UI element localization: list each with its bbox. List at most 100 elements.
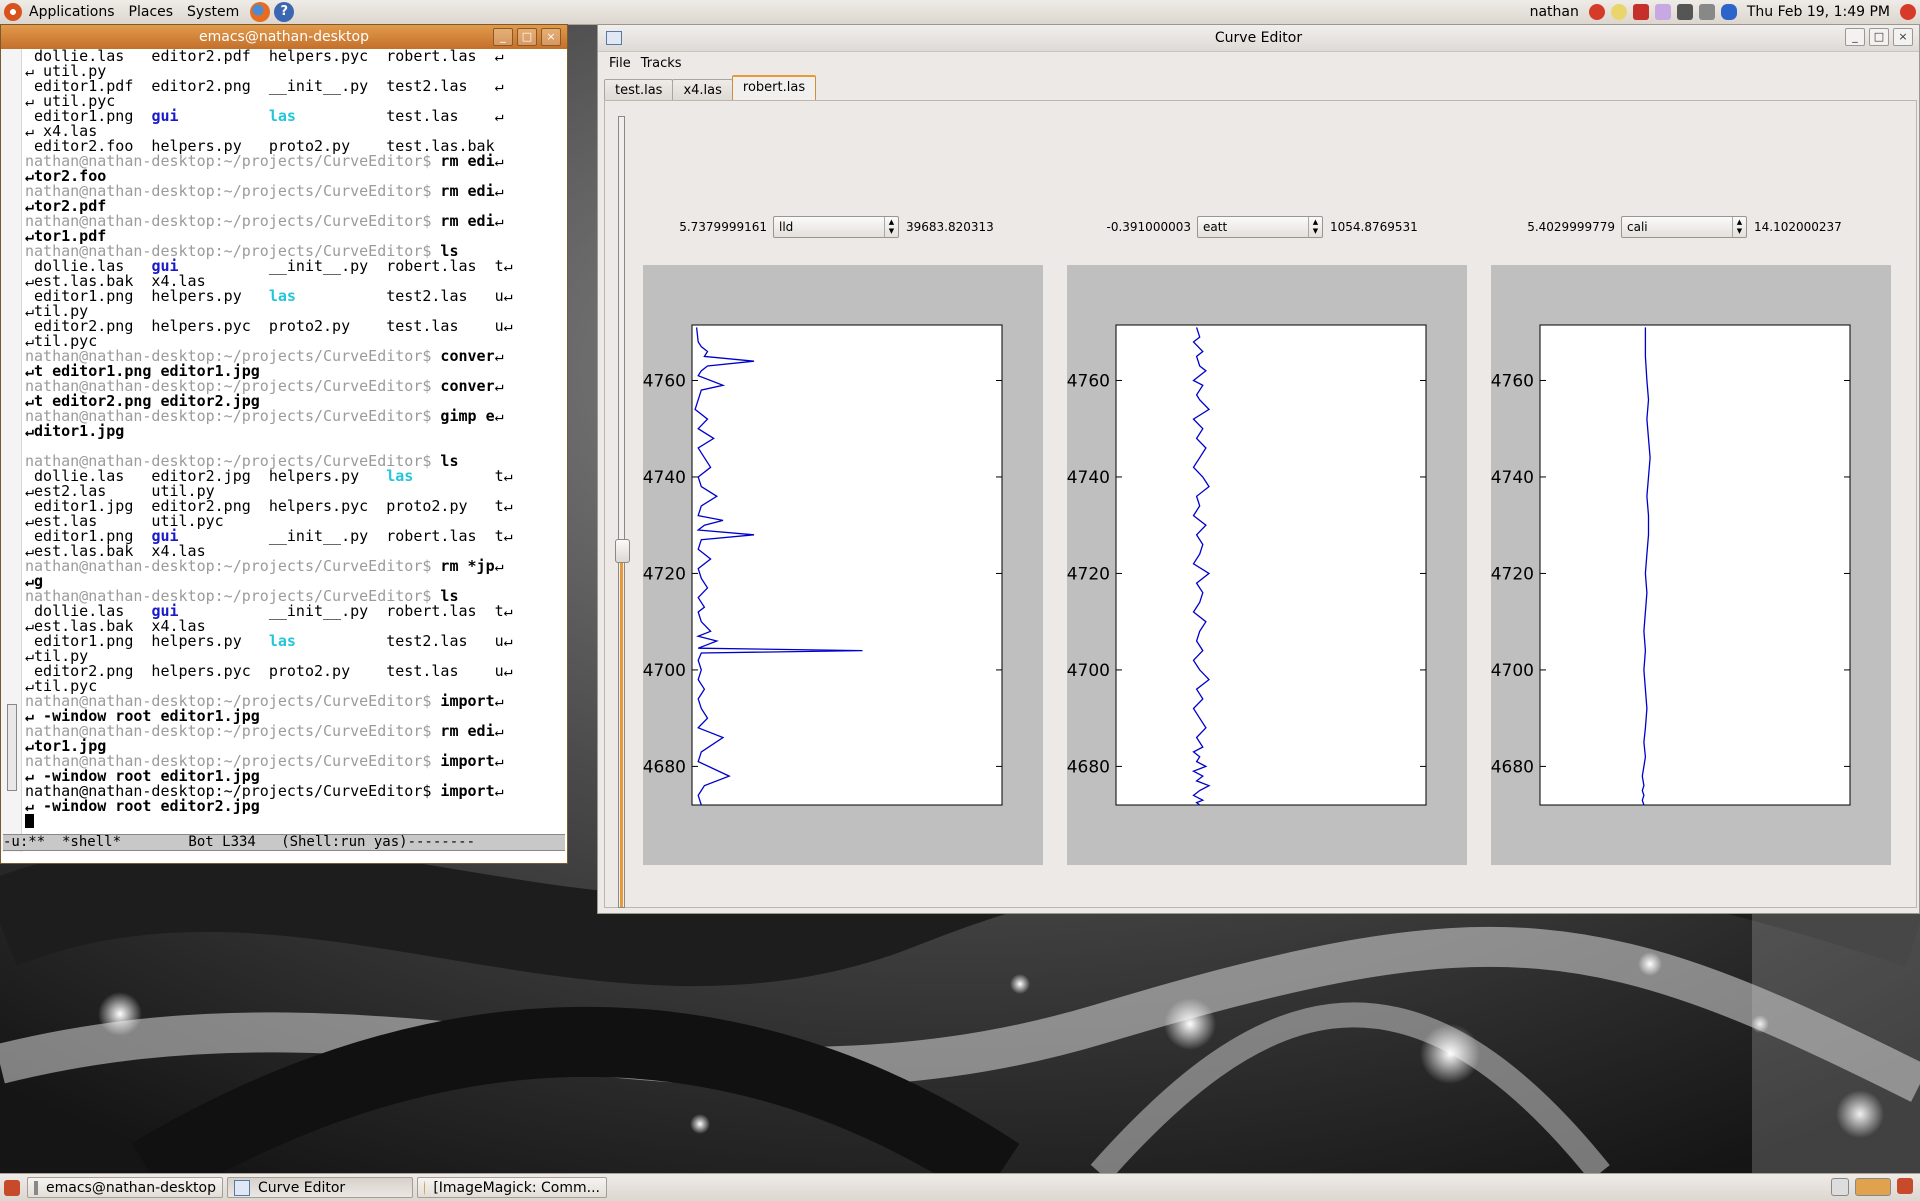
- shell-prompt: nathan@nathan-desktop:~/projects/CurveEd…: [25, 557, 441, 575]
- menu-tracks[interactable]: Tracks: [636, 56, 687, 71]
- shell-line: editor1.png helpers.py las test2.las u↵: [25, 289, 563, 304]
- track-3-max: 14.102000237: [1754, 220, 1842, 234]
- y-tick-label: 4740: [1067, 468, 1110, 488]
- track-2-curve-select[interactable]: eatt ▲ ▼: [1197, 216, 1323, 238]
- track-1-max: 39683.820313: [906, 220, 994, 234]
- file-tabs: test.las x4.las robert.las: [604, 75, 817, 102]
- track-1-plot[interactable]: 4680 4700 4720 4740 4760: [643, 265, 1043, 865]
- menu-file[interactable]: File: [604, 56, 636, 71]
- close-button[interactable]: ×: [1893, 28, 1913, 46]
- emacs-modeline: -u:** *shell* Bot L334 (Shell:run yas)--…: [3, 834, 565, 851]
- shell-output: ↵: [494, 692, 504, 710]
- shell-output: t: [413, 467, 504, 485]
- depth-slider-handle[interactable]: [615, 539, 630, 564]
- tab-robert-las[interactable]: robert.las: [731, 75, 817, 102]
- track-3-plot[interactable]: 4680 4700 4720 4740 4760: [1491, 265, 1891, 865]
- minimize-button[interactable]: _: [1845, 28, 1865, 46]
- track-3-curve-name: cali: [1627, 220, 1648, 234]
- maximize-button[interactable]: □: [517, 28, 537, 46]
- shell-output: ↵: [494, 182, 504, 200]
- tab-x4-las[interactable]: x4.las: [672, 79, 733, 102]
- shell-output: ↵: [494, 377, 504, 395]
- help-launcher-icon[interactable]: ?: [274, 2, 295, 22]
- y-tick-label: 4760: [1491, 371, 1534, 391]
- taskbar-imagemagick[interactable]: [ImageMagick: Comm...: [417, 1177, 607, 1198]
- clock[interactable]: Thu Feb 19, 1:49 PM: [1740, 0, 1897, 24]
- taskbar-curve-editor[interactable]: Curve Editor: [227, 1177, 413, 1198]
- shell-output: ↵: [494, 152, 504, 170]
- minimize-button[interactable]: _: [493, 28, 513, 46]
- ubuntu-logo-icon[interactable]: [4, 3, 22, 21]
- track-3-min: 5.4029999779: [1527, 220, 1615, 234]
- y-tick-label: 4720: [643, 564, 686, 584]
- emacs-icon: [34, 1180, 39, 1195]
- network-icon[interactable]: [1676, 4, 1693, 20]
- y-tick-label: 4700: [1491, 661, 1534, 681]
- emacs-scrollbar[interactable]: [1, 49, 22, 854]
- shell-output: test2.las u: [295, 287, 504, 305]
- track-2-plot[interactable]: 4680 4700 4720 4740 4760: [1067, 265, 1467, 865]
- track-1-curve-select[interactable]: lld ▲ ▼: [773, 216, 899, 238]
- shell-output: ↵: [494, 77, 504, 95]
- menu-applications[interactable]: Applications: [22, 0, 122, 24]
- shell-output: test.las: [295, 107, 495, 125]
- plot-area: [691, 324, 1003, 806]
- shell-output: ↵: [503, 287, 513, 305]
- maximize-button[interactable]: □: [1869, 28, 1889, 46]
- track-2-min: -0.391000003: [1106, 220, 1192, 234]
- shell-command: gimp e: [440, 407, 495, 425]
- workspace-switcher-icon[interactable]: [1855, 1178, 1891, 1196]
- emacs-titlebar[interactable]: emacs@nathan-desktop _ □ ×: [1, 25, 567, 49]
- depth-slider[interactable]: [615, 116, 630, 908]
- shell-line: ↵ditor1.jpg: [25, 424, 563, 439]
- shell-output: test2.las u: [295, 632, 504, 650]
- show-desktop-icon[interactable]: [4, 1179, 20, 1196]
- taskbar-emacs[interactable]: emacs@nathan-desktop: [27, 1177, 223, 1198]
- curve-editor-titlebar[interactable]: Curve Editor _ □ ×: [598, 25, 1919, 52]
- trash-icon[interactable]: [1897, 1178, 1913, 1194]
- menu-places[interactable]: Places: [122, 0, 181, 24]
- shell-line: editor1.png gui las test.las ↵: [25, 109, 563, 124]
- y-tick-label: 4720: [1491, 564, 1534, 584]
- depth-slider-fill: [620, 561, 623, 907]
- y-tick-label: 4680: [643, 757, 686, 777]
- tab-panel: 5.7379999161 lld ▲ ▼ 39683.820313 -0.3910…: [604, 100, 1917, 908]
- tab-test-las[interactable]: test.las: [604, 79, 674, 102]
- track-2-max: 1054.8769531: [1330, 220, 1418, 234]
- power-icon[interactable]: [1588, 4, 1605, 20]
- shell-output: ↵: [503, 317, 513, 335]
- spin-arrows-icon: ▲ ▼: [1732, 217, 1746, 237]
- user-name[interactable]: nathan: [1523, 0, 1586, 24]
- emacs-minibuffer[interactable]: [1, 852, 567, 863]
- track-3-curve-select[interactable]: cali ▲ ▼: [1621, 216, 1747, 238]
- volume-icon[interactable]: [1698, 4, 1715, 20]
- firefox-launcher-icon[interactable]: [250, 2, 271, 22]
- taskbar-curve-editor-label: Curve Editor: [258, 1179, 346, 1196]
- shell-buffer[interactable]: dollie.las editor2.pdf helpers.pyc rober…: [25, 49, 563, 854]
- text-cursor: [25, 814, 34, 828]
- directory-entry: las: [386, 467, 414, 485]
- update-arrow-icon[interactable]: [1632, 4, 1649, 20]
- track-1-min: 5.7379999161: [679, 220, 767, 234]
- shell-output: ↵: [503, 632, 513, 650]
- plot-area: [1539, 324, 1851, 806]
- notification-icon[interactable]: [1654, 4, 1671, 20]
- directory-entry: las: [268, 107, 296, 125]
- clipboard-icon[interactable]: [1831, 1178, 1849, 1196]
- shell-command: rm *jp: [440, 557, 495, 575]
- close-button[interactable]: ×: [541, 28, 561, 46]
- menu-system[interactable]: System: [180, 0, 246, 24]
- lightbulb-icon[interactable]: [1610, 4, 1627, 20]
- shutdown-icon[interactable]: [1900, 4, 1916, 20]
- shell-command: ↵ditor1.jpg: [25, 422, 125, 440]
- shell-output: ↵: [503, 602, 513, 620]
- spin-arrows-icon: ▲ ▼: [1308, 217, 1322, 237]
- bottom-panel: emacs@nathan-desktop Curve Editor [Image…: [0, 1173, 1920, 1201]
- taskbar-emacs-label: emacs@nathan-desktop: [46, 1179, 216, 1196]
- bluetooth-icon[interactable]: [1720, 4, 1737, 20]
- window-menu-icon[interactable]: [606, 31, 622, 45]
- scrollbar-thumb[interactable]: [7, 704, 17, 791]
- emacs-title: emacs@nathan-desktop: [199, 29, 369, 45]
- taskbar-imagemagick-label: [ImageMagick: Comm...: [433, 1179, 600, 1196]
- y-tick-label: 4720: [1067, 564, 1110, 584]
